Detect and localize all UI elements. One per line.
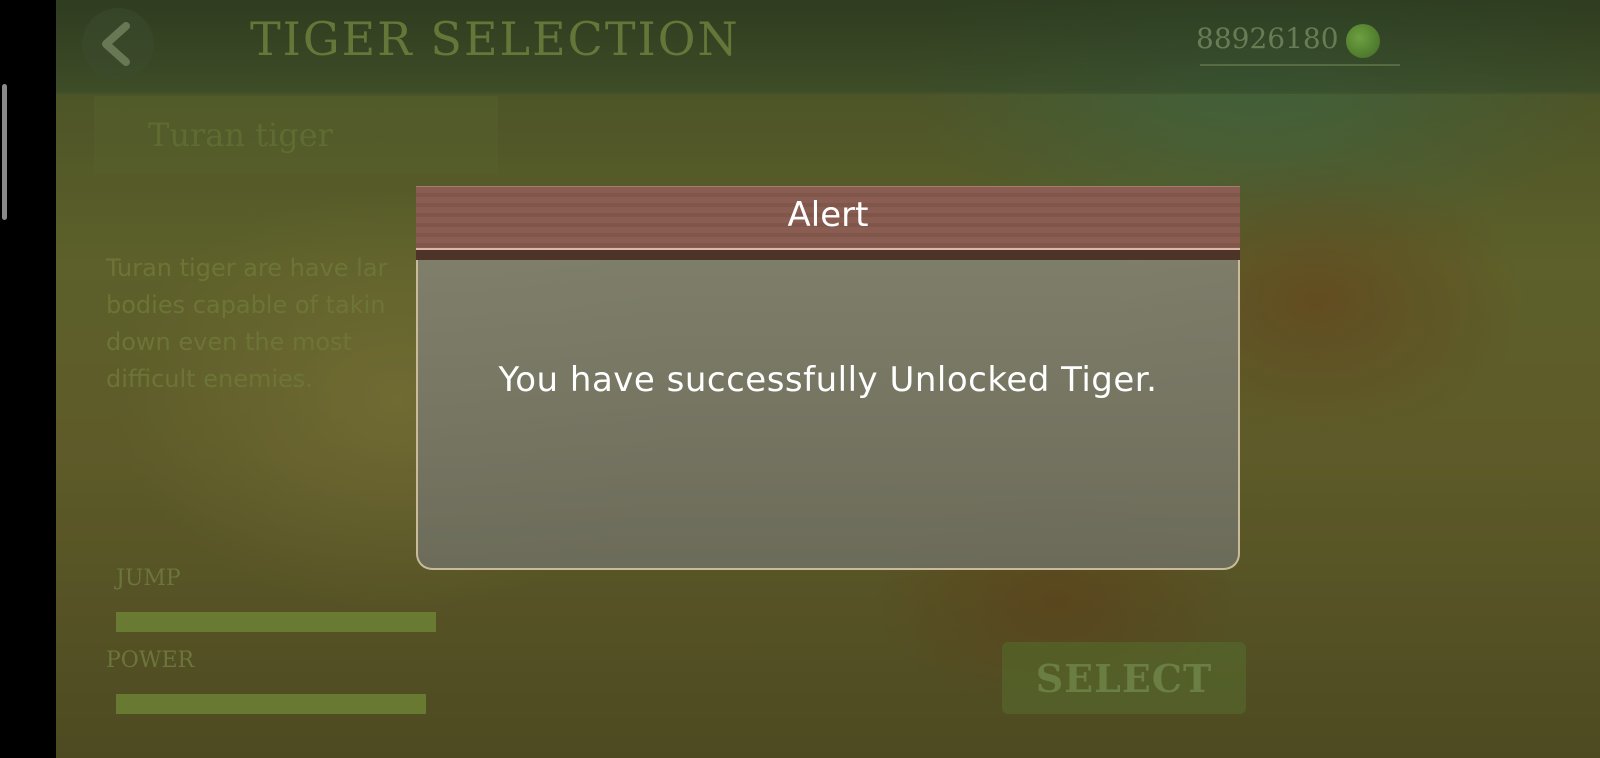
alert-dialog: Alert You have successfully Unlocked Tig…: [416, 186, 1240, 572]
select-button[interactable]: SELECT: [1002, 642, 1246, 714]
alert-body[interactable]: You have successfully Unlocked Tiger.: [416, 260, 1240, 570]
select-button-label: SELECT: [1035, 656, 1213, 701]
jump-stat-fill: [116, 612, 436, 632]
coin-icon: [1346, 24, 1380, 58]
alert-header: Alert: [416, 186, 1240, 249]
jump-stat-bar: [116, 612, 436, 632]
power-stat-bar: [116, 694, 426, 714]
back-button[interactable]: [82, 8, 154, 80]
chevron-left-icon: [102, 22, 130, 66]
screen-title: TIGER SELECTION: [250, 12, 740, 66]
alert-title: Alert: [787, 195, 869, 235]
coin-underline: [1200, 64, 1400, 66]
alert-header-shadow: [416, 250, 1240, 260]
tiger-name: Turan tiger: [148, 116, 333, 154]
tiger-description: Turan tiger are have lar bodies capable …: [106, 254, 388, 393]
left-system-bar: [0, 0, 56, 758]
power-stat-fill: [116, 694, 426, 714]
power-stat-label: POWER: [106, 648, 195, 673]
scroll-indicator: [2, 84, 7, 220]
game-screen: TIGER SELECTION 88926180 Turan tiger Tur…: [0, 0, 1600, 758]
jump-stat-label: JUMP: [116, 566, 181, 591]
alert-message: You have successfully Unlocked Tiger.: [498, 360, 1158, 400]
coin-count: 88926180: [1196, 22, 1339, 55]
